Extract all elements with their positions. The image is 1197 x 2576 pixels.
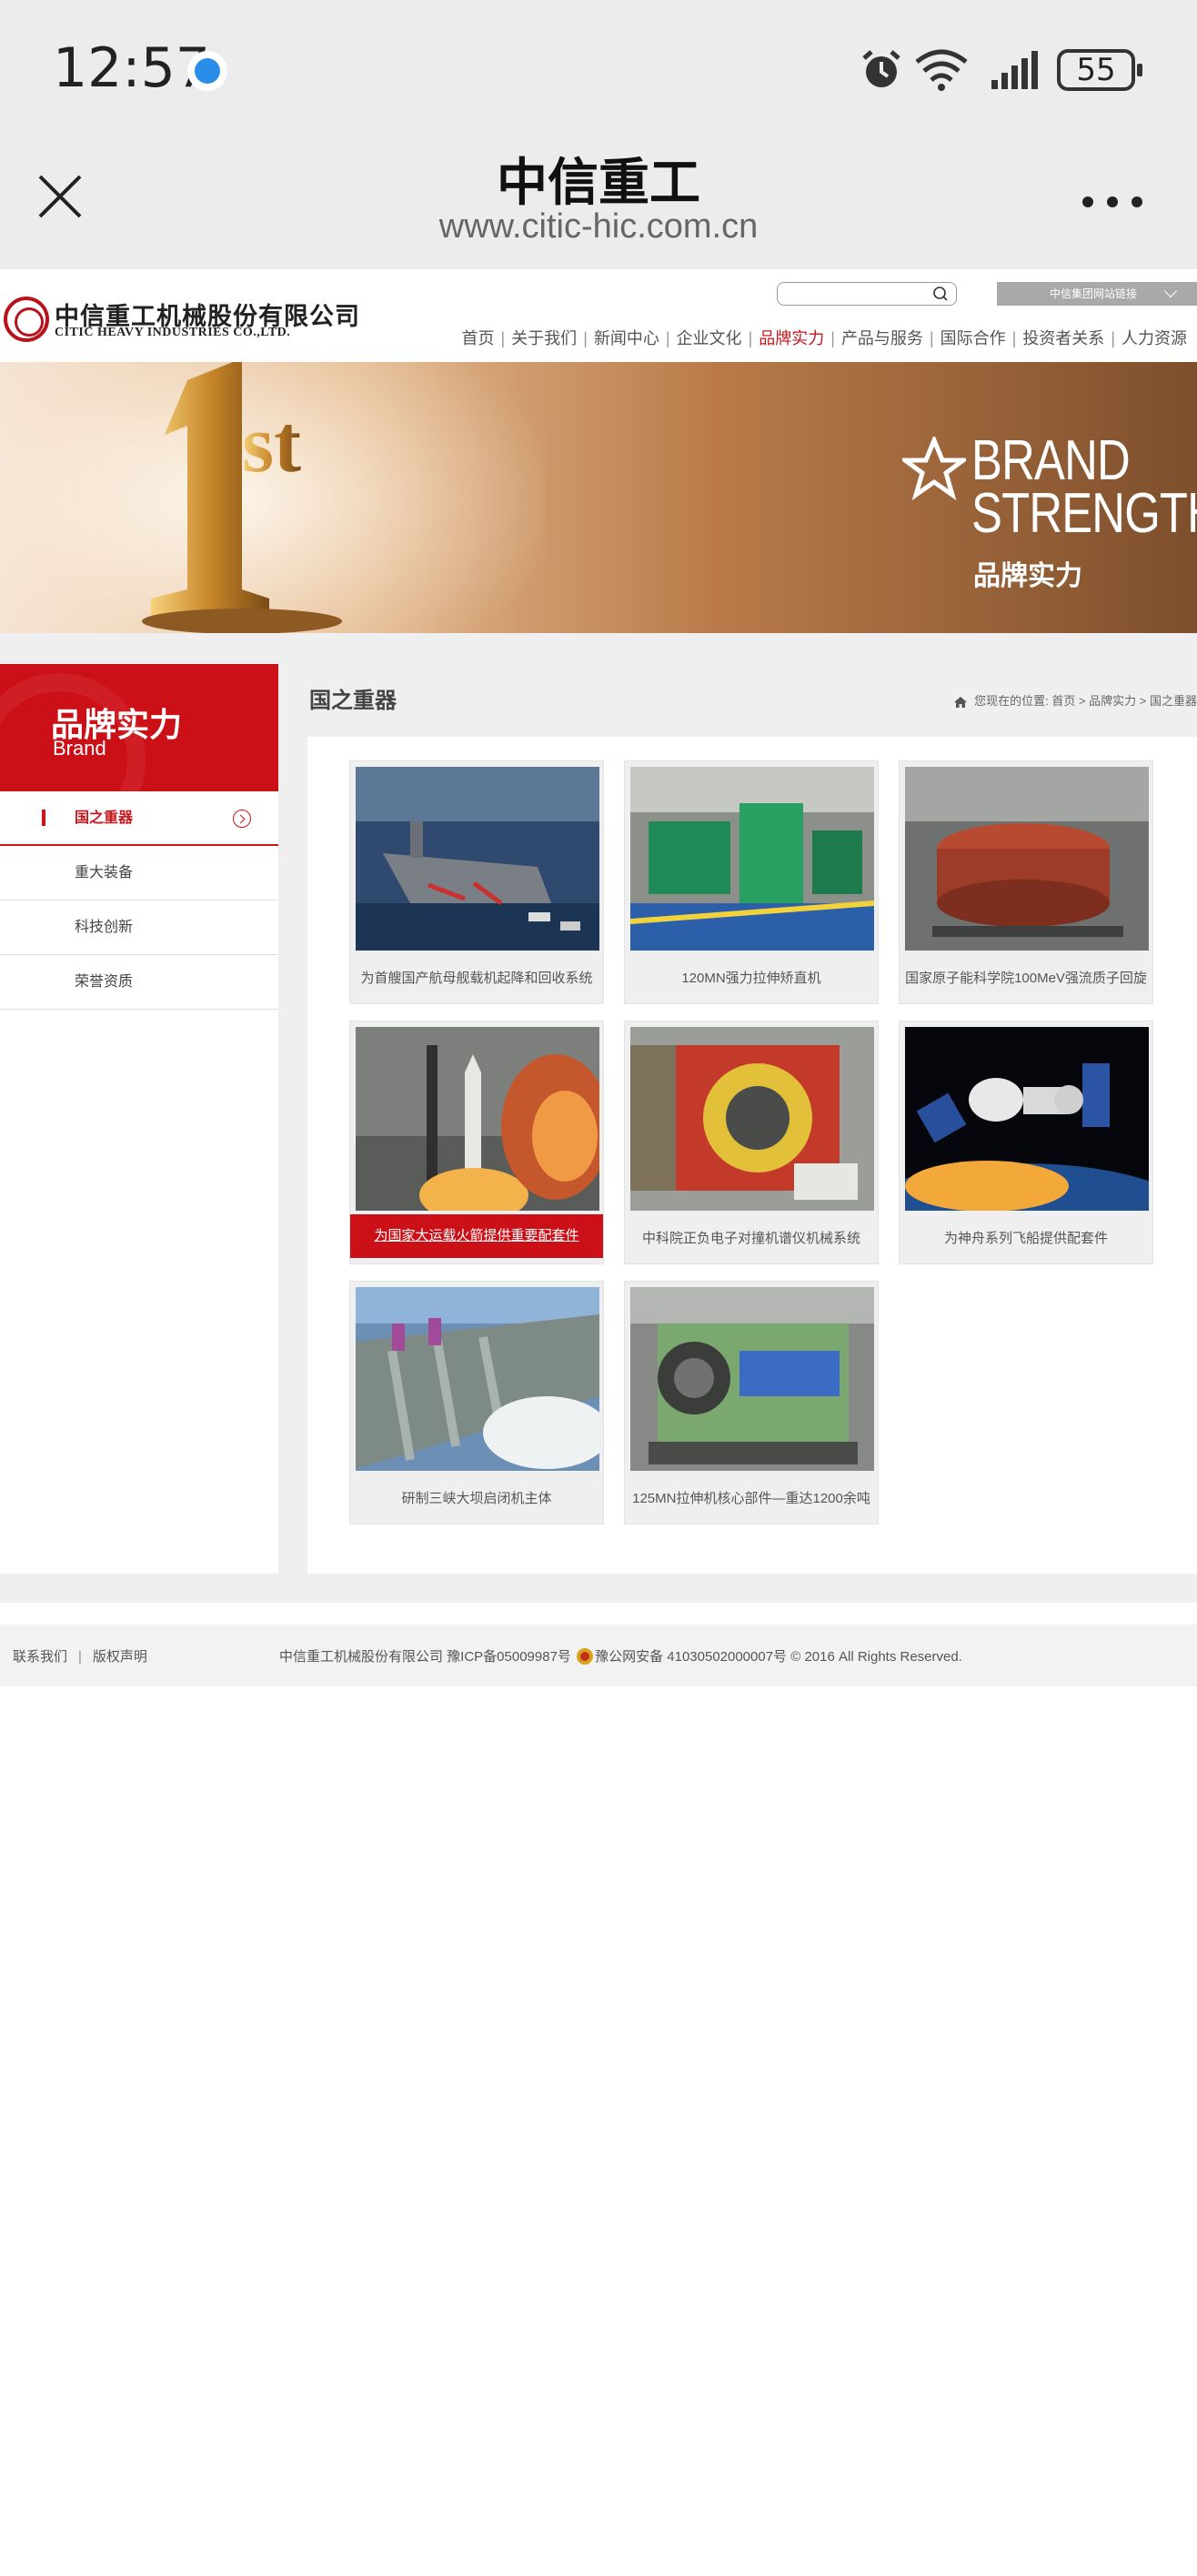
product-grid: 为首艘国产航母舰载机起降和回收系统 120MN强力拉伸矫直机 国家原子能科学院1… xyxy=(307,737,1197,1574)
page-title: 国之重器 xyxy=(309,689,397,713)
card-caption[interactable]: 120MN强力拉伸矫直机 xyxy=(625,954,878,1003)
product-card[interactable]: 国家原子能科学院100MeV强流质子回旋 xyxy=(899,760,1153,1004)
notification-app-icon xyxy=(187,51,227,91)
group-links-label: 中信集团网站链接 xyxy=(1050,287,1138,300)
battery-indicator: 55 xyxy=(1057,49,1142,91)
sidebar-item-major-equipment[interactable]: 重大装备 xyxy=(0,846,278,901)
nav-separator: | xyxy=(583,329,588,347)
status-time: 12:57 xyxy=(53,36,210,100)
product-card[interactable]: 研制三峡大坝启闭机主体 xyxy=(349,1281,604,1524)
nav-item-products[interactable]: 产品与服务 xyxy=(839,329,926,347)
content-area: 品牌实力 Brand 国之重器 重大装备 科技创新 荣誉资质 国之重器 您现在的… xyxy=(0,633,1197,1603)
chevron-down-icon xyxy=(1163,284,1178,298)
red-cyclotron-image[interactable] xyxy=(905,767,1149,951)
sidebar: 品牌实力 Brand 国之重器 重大装备 科技创新 荣誉资质 xyxy=(0,664,278,1574)
search-input[interactable] xyxy=(777,282,957,306)
nav-separator: | xyxy=(929,329,934,347)
product-card[interactable]: 120MN强力拉伸矫直机 xyxy=(624,760,879,1004)
footer-copyright-link[interactable]: 版权声明 xyxy=(93,1649,147,1665)
footer-contact-link[interactable]: 联系我们 xyxy=(13,1649,67,1665)
rocket-launch-image[interactable] xyxy=(356,1027,599,1211)
sidebar-item-label: 重大装备 xyxy=(75,865,134,880)
sidebar-item-label: 科技创新 xyxy=(75,920,134,935)
card-caption[interactable]: 为神舟系列飞船提供配套件 xyxy=(900,1214,1152,1263)
main-panel: 国之重器 您现在的位置: 首页 > 品牌实力 > 国之重器 为首艘国产航母舰载机… xyxy=(307,664,1197,1574)
product-card[interactable]: 中科院正负电子对撞机谱仪机械系统 xyxy=(624,1021,879,1264)
nav-separator: | xyxy=(1111,329,1115,347)
sidebar-subtitle: Brand xyxy=(53,737,106,760)
home-icon xyxy=(953,696,967,708)
product-card[interactable]: 为神舟系列飞船提供配套件 xyxy=(899,1021,1153,1264)
collider-spectrometer-image[interactable] xyxy=(630,1027,874,1211)
spacecraft-image[interactable] xyxy=(905,1027,1149,1211)
brand-banner: st BRAND STRENGTH 品牌实力 xyxy=(0,362,1197,633)
active-marker xyxy=(42,810,45,826)
card-caption[interactable]: 为首艘国产航母舰载机起降和回收系统 xyxy=(350,954,603,1003)
main-nav: 首页 | 关于我们 | 新闻中心 | 企业文化 | 品牌实力 | 产品与服务 | 国际合作 | 投资者关系 |… xyxy=(459,326,1191,349)
footer-police-record: 豫公网安备 41030502000007号 © 2016 All Rights … xyxy=(595,1649,962,1665)
card-caption[interactable]: 125MN拉伸机核心部件—重达1200余吨 xyxy=(625,1474,878,1524)
brand-cn-text: 品牌实力 xyxy=(973,561,1082,591)
more-options-icon[interactable] xyxy=(1081,193,1144,211)
brand-line1: BRAND xyxy=(971,429,1131,492)
nav-separator: | xyxy=(500,329,506,347)
aircraft-carrier-image[interactable] xyxy=(356,767,599,951)
status-bar: 12:57 55 xyxy=(0,0,1197,136)
signal-icon xyxy=(991,51,1038,89)
sidebar-item-national-equipment[interactable]: 国之重器 xyxy=(0,791,278,846)
sidebar-item-innovation[interactable]: 科技创新 xyxy=(0,901,278,955)
breadcrumb: 您现在的位置: 首页 > 品牌实力 > 国之重器 xyxy=(953,691,1197,709)
footer-separator: | xyxy=(78,1649,82,1665)
brand-line2: STRENGTH xyxy=(971,482,1197,545)
trophy-st-text: st xyxy=(242,399,301,489)
nav-item-investors[interactable]: 投资者关系 xyxy=(1020,329,1107,347)
product-card[interactable]: 为国家大运载火箭提供重要配套件 xyxy=(349,1021,604,1264)
sidebar-item-honors[interactable]: 荣誉资质 xyxy=(0,955,278,1010)
card-caption[interactable]: 国家原子能科学院100MeV强流质子回旋 xyxy=(900,954,1152,1003)
sidebar-header: 品牌实力 Brand xyxy=(0,664,278,791)
alarm-icon xyxy=(862,50,900,87)
breadcrumb-text[interactable]: 您现在的位置: 首页 > 品牌实力 > 国之重器 xyxy=(974,694,1197,708)
browser-title: 中信重工 xyxy=(497,154,700,211)
nav-item-international[interactable]: 国际合作 xyxy=(938,329,1009,347)
sidebar-item-label: 国之重器 xyxy=(75,810,134,826)
card-caption[interactable]: 中科院正负电子对撞机谱仪机械系统 xyxy=(625,1214,878,1263)
brand-strength-text: BRAND STRENGTH xyxy=(971,429,1197,545)
nav-item-hr[interactable]: 人力资源 xyxy=(1119,329,1190,347)
nav-item-news[interactable]: 新闻中心 xyxy=(591,329,662,347)
nav-separator: | xyxy=(830,329,835,347)
nav-item-about[interactable]: 关于我们 xyxy=(508,329,579,347)
sidebar-item-label: 荣誉资质 xyxy=(75,974,134,990)
wifi-icon xyxy=(915,49,968,91)
site-footer: 联系我们 | 版权声明 中信重工机械股份有限公司 豫ICP备05009987号 豫公… xyxy=(0,1625,1197,1686)
nav-item-brand[interactable]: 品牌实力 xyxy=(756,329,827,347)
nav-separator: | xyxy=(665,329,670,347)
chevron-right-icon xyxy=(233,810,251,828)
star-icon xyxy=(902,437,966,500)
footer-company-icp: 中信重工机械股份有限公司 豫ICP备05009987号 xyxy=(279,1649,571,1665)
search-icon[interactable] xyxy=(932,286,949,302)
group-links-dropdown[interactable]: 中信集团网站链接 xyxy=(997,282,1197,306)
browser-url: www.citic-hic.com.cn xyxy=(438,207,759,246)
three-gorges-dam-image[interactable] xyxy=(356,1287,599,1471)
nav-item-home[interactable]: 首页 xyxy=(459,329,498,347)
green-machine-image[interactable] xyxy=(630,767,874,951)
nav-separator: | xyxy=(748,329,753,347)
card-caption[interactable]: 为国家大运载火箭提供重要配套件 xyxy=(350,1214,603,1258)
nav-separator: | xyxy=(1011,329,1017,347)
logo-en-text: CITIC HEAVY INDUSTRIES CO.,LTD. xyxy=(55,326,291,339)
first-place-trophy-image: st xyxy=(142,362,342,633)
product-card[interactable]: 为首艘国产航母舰载机起降和回收系统 xyxy=(349,760,604,1004)
browser-header: 中信重工 www.citic-hic.com.cn xyxy=(0,136,1197,269)
footer-copyright: 中信重工机械股份有限公司 豫ICP备05009987号 豫公网安备 410305… xyxy=(279,1646,962,1665)
press-machine-image[interactable] xyxy=(630,1287,874,1471)
web-page: 中信重工机械股份有限公司 CITIC HEAVY INDUSTRIES CO.,… xyxy=(0,269,1197,1686)
product-card[interactable]: 125MN拉伸机核心部件—重达1200余吨 xyxy=(624,1281,879,1524)
site-header: 中信重工机械股份有限公司 CITIC HEAVY INDUSTRIES CO.,… xyxy=(0,269,1197,362)
nav-item-culture[interactable]: 企业文化 xyxy=(674,329,745,347)
police-badge-icon xyxy=(577,1648,594,1665)
footer-links: 联系我们 | 版权声明 xyxy=(13,1646,147,1665)
card-caption[interactable]: 研制三峡大坝启闭机主体 xyxy=(350,1474,603,1524)
logo-emblem-icon xyxy=(4,297,49,342)
